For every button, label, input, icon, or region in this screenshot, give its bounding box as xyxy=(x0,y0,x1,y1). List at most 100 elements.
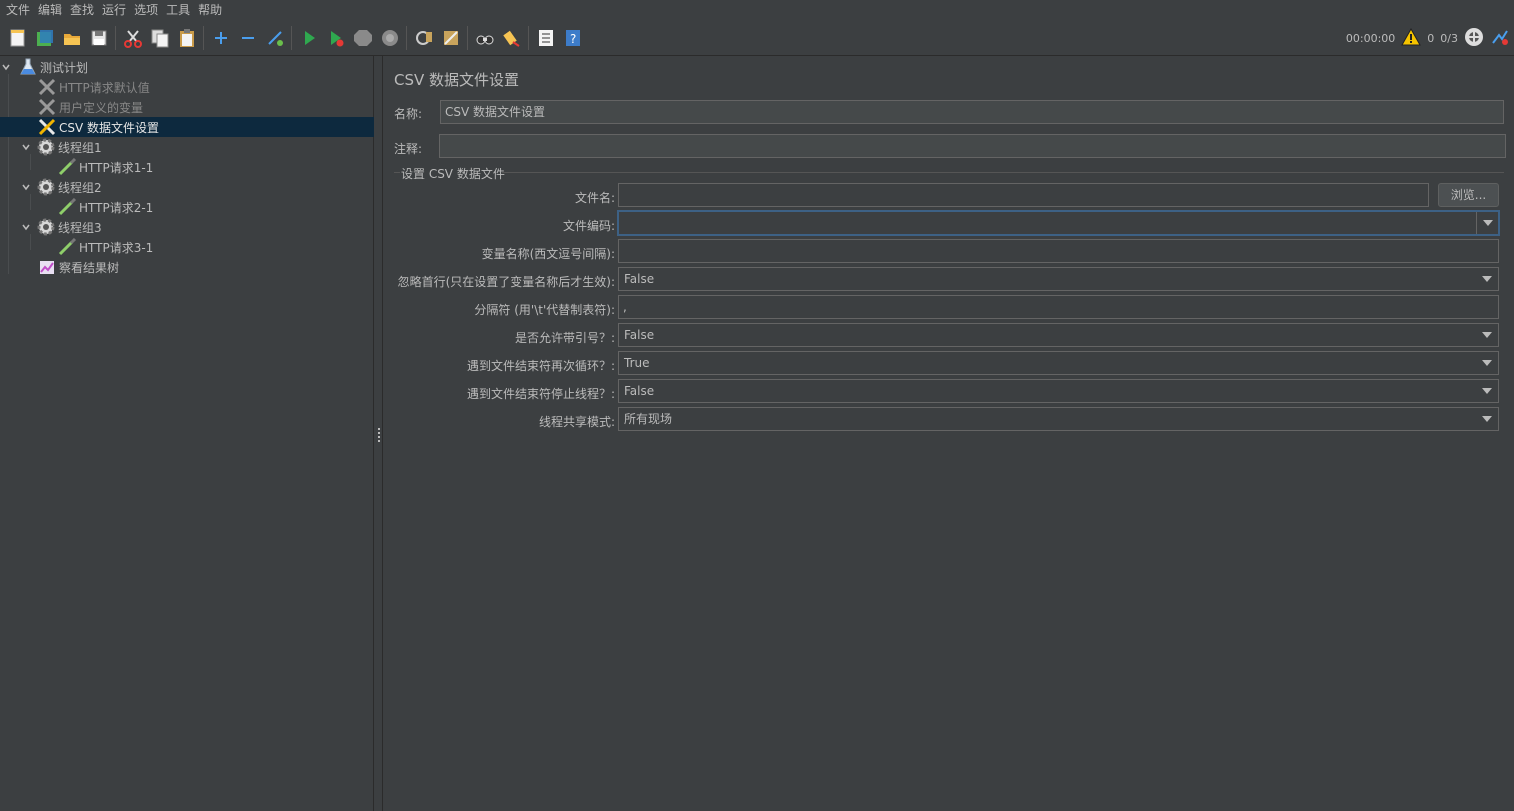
stop-thread-combo[interactable]: False xyxy=(618,379,1499,403)
reset-search-icon[interactable] xyxy=(501,27,523,49)
toolbar-separator xyxy=(467,25,468,50)
start-no-pause-icon[interactable] xyxy=(325,27,347,49)
remote-icon[interactable] xyxy=(1464,27,1484,50)
menu-bar: 文件 编辑 查找 运行 选项 工具 帮助 xyxy=(0,0,1514,20)
chevron-down-icon[interactable] xyxy=(20,221,32,233)
menu-search[interactable]: 查找 xyxy=(66,0,98,20)
start-icon[interactable] xyxy=(298,27,320,49)
warning-count: 0 xyxy=(1427,31,1435,45)
comment-label: 注释: xyxy=(394,142,423,156)
toolbar-separator xyxy=(291,25,292,50)
copy-icon[interactable] xyxy=(149,27,171,49)
tree-item-csv-config[interactable]: CSV 数据文件设置 xyxy=(0,117,374,137)
encoding-label: 文件编码: xyxy=(562,219,615,233)
toolbar-status: 00:00:00 0 0/3 xyxy=(1346,20,1510,56)
expand-icon[interactable] xyxy=(210,27,232,49)
name-field[interactable]: CSV 数据文件设置 xyxy=(440,100,1504,124)
toolbar-separator xyxy=(406,25,407,50)
toggle-icon[interactable] xyxy=(264,27,286,49)
recycle-combo[interactable]: True xyxy=(618,351,1499,375)
pipette-icon xyxy=(57,238,77,256)
delimiter-field[interactable]: , xyxy=(618,295,1499,319)
sharing-combo[interactable]: 所有现场 xyxy=(618,407,1499,431)
clear-all-icon[interactable] xyxy=(440,27,462,49)
chevron-down-icon[interactable] xyxy=(0,61,12,73)
gear-icon xyxy=(36,138,56,156)
tree-item-http-request-1-1[interactable]: HTTP请求1-1 xyxy=(0,157,374,177)
chevron-down-icon[interactable] xyxy=(1476,324,1498,346)
chevron-down-icon[interactable] xyxy=(1476,212,1498,234)
cut-icon[interactable] xyxy=(122,27,144,49)
gear-icon xyxy=(36,218,56,236)
menu-tools[interactable]: 工具 xyxy=(162,0,194,20)
open-icon[interactable] xyxy=(61,27,83,49)
warning-icon[interactable] xyxy=(1401,27,1422,49)
help-icon[interactable]: ? xyxy=(562,27,584,49)
quoted-combo[interactable]: False xyxy=(618,323,1499,347)
name-label: 名称: xyxy=(394,107,423,121)
toolbar-separator xyxy=(115,25,116,50)
log-icon[interactable] xyxy=(1490,27,1510,50)
group-border xyxy=(394,172,400,173)
menu-file[interactable]: 文件 xyxy=(2,0,34,20)
recycle-label: 遇到文件结束符再次循环？: xyxy=(466,359,615,373)
ignore-first-label: 忽略首行(只在设置了变量名称后才生效): xyxy=(397,275,615,289)
quoted-value: False xyxy=(624,328,655,342)
varnames-label: 变量名称(西文逗号间隔): xyxy=(481,247,615,261)
tree-item-test-plan[interactable]: 测试计划 xyxy=(0,57,374,77)
new-icon[interactable] xyxy=(7,27,29,49)
group-title: 设置 CSV 数据文件 xyxy=(401,167,505,181)
varnames-field[interactable] xyxy=(618,239,1499,263)
svg-text:?: ? xyxy=(570,32,576,46)
shutdown-icon[interactable] xyxy=(379,27,401,49)
encoding-combo[interactable] xyxy=(618,211,1499,235)
tree-item-thread-group-1[interactable]: 线程组1 xyxy=(0,137,374,157)
tree-item-view-results-tree[interactable]: 察看结果树 xyxy=(0,257,374,277)
toolbar-separator xyxy=(203,25,204,50)
menu-help[interactable]: 帮助 xyxy=(194,0,226,20)
ignore-first-combo[interactable]: False xyxy=(618,267,1499,291)
chevron-down-icon[interactable] xyxy=(1476,408,1498,430)
tree-item-http-request-3-1[interactable]: HTTP请求3-1 xyxy=(0,237,374,257)
browse-button[interactable]: 浏览... xyxy=(1438,183,1499,207)
elapsed-timer: 00:00:00 xyxy=(1345,31,1396,45)
wrench-icon xyxy=(37,98,57,116)
tree-item-http-request-2-1[interactable]: HTTP请求2-1 xyxy=(0,197,374,217)
save-icon[interactable] xyxy=(88,27,110,49)
tree-item-http-defaults[interactable]: HTTP请求默认值 xyxy=(0,77,374,97)
chevron-down-icon[interactable] xyxy=(1476,268,1498,290)
chevron-down-icon[interactable] xyxy=(20,141,32,153)
chevron-down-icon[interactable] xyxy=(20,181,32,193)
comment-field[interactable] xyxy=(439,134,1506,158)
templates-icon[interactable] xyxy=(34,27,56,49)
chevron-down-icon[interactable] xyxy=(1476,352,1498,374)
stop-thread-value: False xyxy=(624,384,655,398)
filename-label: 文件名: xyxy=(574,191,615,205)
tree-item-thread-group-3[interactable]: 线程组3 xyxy=(0,217,374,237)
paste-icon[interactable] xyxy=(176,27,198,49)
menu-options[interactable]: 选项 xyxy=(130,0,162,20)
collapse-icon[interactable] xyxy=(237,27,259,49)
ignore-first-value: False xyxy=(624,272,655,286)
pipette-icon xyxy=(57,158,77,176)
menu-edit[interactable]: 编辑 xyxy=(34,0,66,20)
chevron-down-icon[interactable] xyxy=(1476,380,1498,402)
clear-icon[interactable] xyxy=(413,27,435,49)
tree-item-user-vars[interactable]: 用户定义的变量 xyxy=(0,97,374,117)
active-threads: 0/3 xyxy=(1440,31,1458,45)
function-helper-icon[interactable] xyxy=(535,27,557,49)
csv-config-panel: CSV 数据文件设置 名称: CSV 数据文件设置 注释: 设置 CSV 数据文… xyxy=(384,56,1514,811)
split-pane-divider[interactable] xyxy=(375,56,383,811)
divider-grip-icon[interactable] xyxy=(378,428,380,442)
test-plan-tree: 测试计划 HTTP请求默认值 用户定义的变量 CSV 数据文件设置 线程组1 H… xyxy=(0,56,374,811)
filename-field[interactable] xyxy=(618,183,1429,207)
menu-run[interactable]: 运行 xyxy=(98,0,130,20)
tree-item-thread-group-2[interactable]: 线程组2 xyxy=(0,177,374,197)
group-border xyxy=(502,172,1504,173)
search-icon[interactable] xyxy=(474,27,496,49)
sharing-label: 线程共享模式: xyxy=(538,415,615,429)
stop-icon[interactable] xyxy=(352,27,374,49)
toolbar-separator xyxy=(528,25,529,50)
gear-icon xyxy=(36,178,56,196)
panel-title: CSV 数据文件设置 xyxy=(394,71,520,89)
